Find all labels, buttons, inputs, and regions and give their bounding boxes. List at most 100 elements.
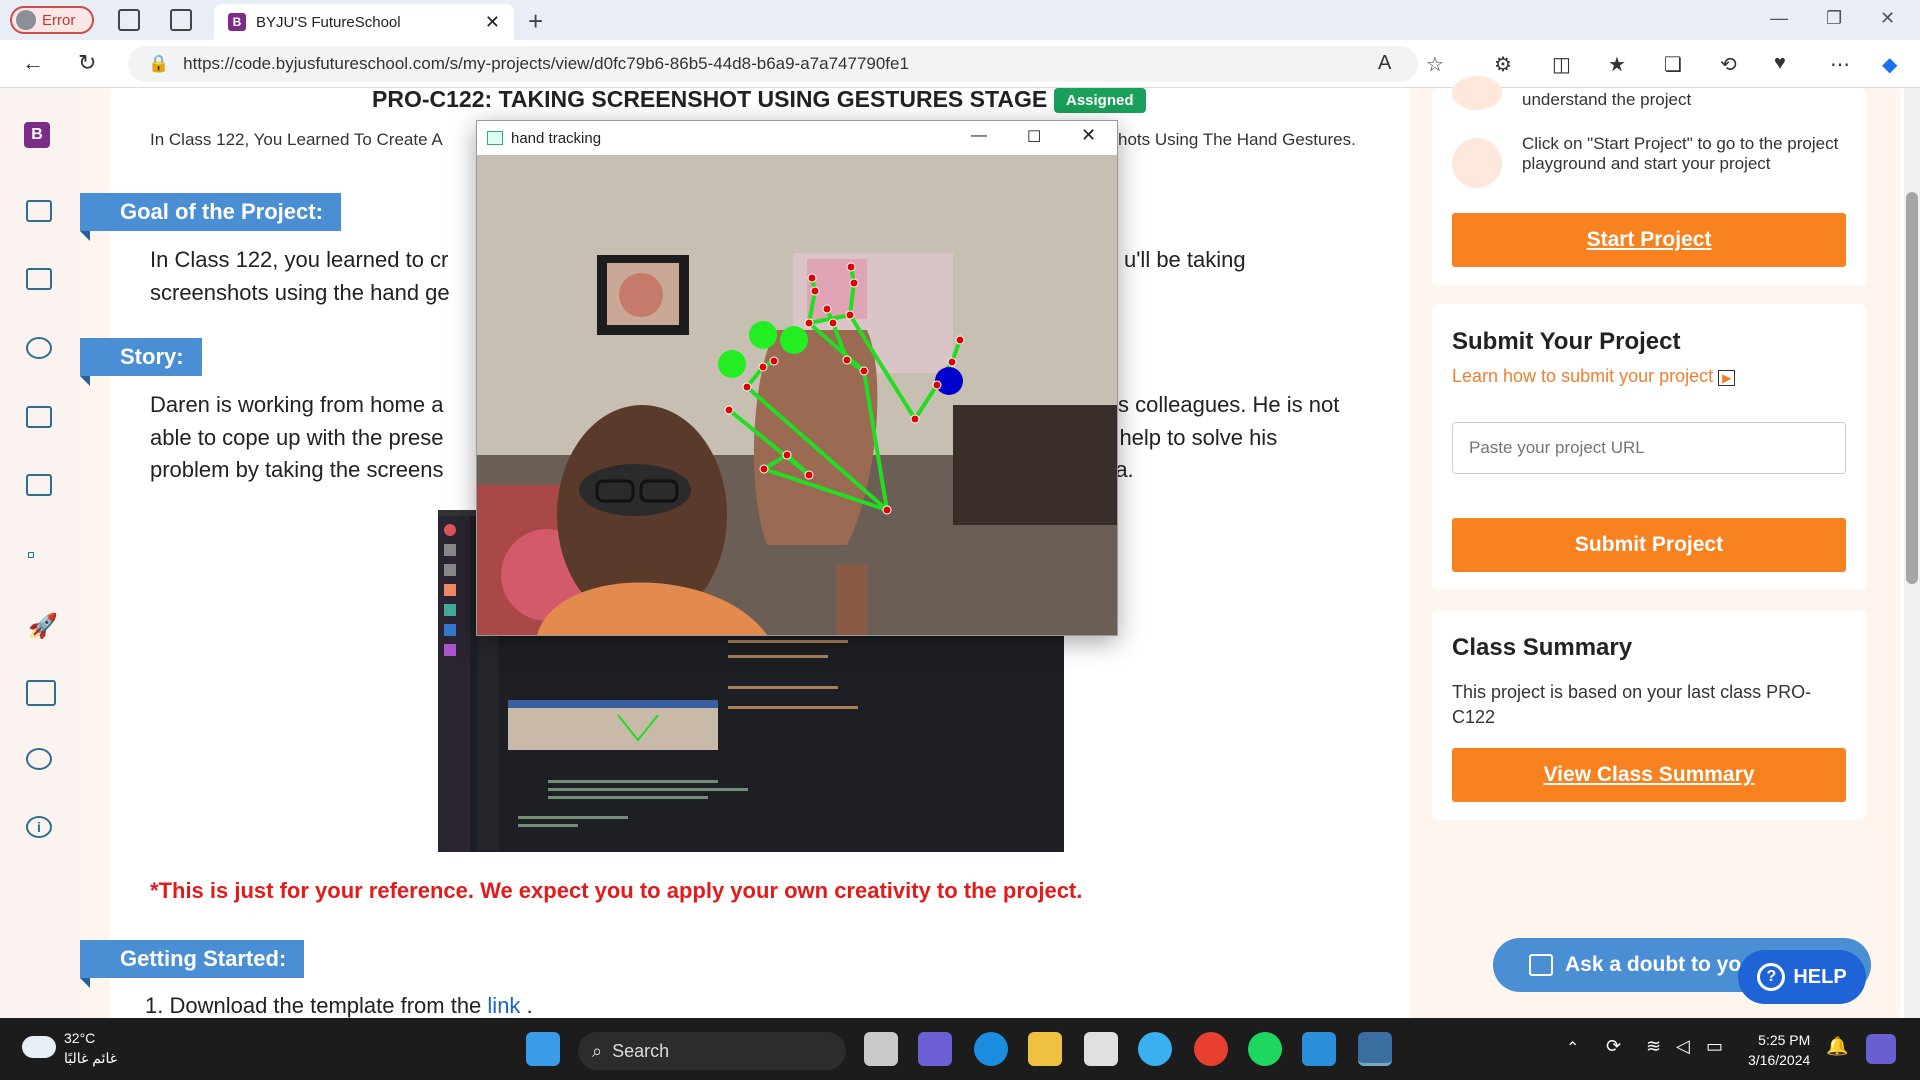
fingertip-marker (718, 350, 746, 378)
ask-doubt-label: Ask a doubt to yo (1565, 953, 1742, 976)
hand-tracking-window[interactable]: hand tracking — ☐ ✕ (476, 120, 1118, 636)
help-button[interactable]: ? HELP (1738, 950, 1866, 1004)
window-maximize-icon[interactable]: ☐ (1027, 127, 1041, 147)
step-b-text: Click on "Start Project" to go to the pr… (1522, 134, 1839, 173)
battery-icon[interactable]: ▭ (1706, 1036, 1723, 1057)
dashboard-icon[interactable] (26, 200, 52, 222)
intro-text-right: hots Using The Hand Gestures. (1118, 130, 1356, 149)
new-tab-button[interactable]: + (528, 6, 543, 37)
close-window-icon[interactable]: ✕ (1880, 8, 1895, 29)
fingertip-marker (749, 321, 777, 349)
taskbar-clock[interactable]: 5:25 PM 3/16/2024 (1748, 1030, 1810, 1070)
maximize-icon[interactable]: ❐ (1826, 8, 1842, 29)
favorites-icon[interactable]: ★ (1608, 52, 1626, 77)
refresh-icon[interactable]: ↻ (78, 50, 96, 76)
submit-heading: Submit Your Project (1452, 328, 1681, 355)
address-bar[interactable]: 🔒 https://code.byjusfutureschool.com/s/m… (128, 46, 1418, 82)
read-aloud-icon[interactable]: A (1378, 52, 1391, 75)
hand-landmark-point (758, 362, 768, 372)
edge-icon[interactable] (974, 1032, 1008, 1066)
lock-icon[interactable]: 🔒 (148, 54, 169, 74)
window-close-icon[interactable]: ✕ (1081, 125, 1096, 146)
spotify-icon[interactable] (1248, 1032, 1282, 1066)
hand-landmark-point (822, 304, 832, 314)
hand-landmark-point (932, 380, 942, 390)
tab-byjus[interactable]: B BYJU'S FutureSchool ✕ (214, 4, 514, 40)
view-class-summary-button[interactable]: View Class Summary (1452, 748, 1846, 802)
rocket-icon[interactable]: 🚀 (28, 612, 58, 641)
sync-icon[interactable]: ⟳ (1606, 1036, 1621, 1057)
copilot-icon[interactable]: ◆ (1882, 52, 1897, 77)
copilot-taskbar-icon[interactable] (1866, 1034, 1896, 1064)
chrome-icon[interactable] (1194, 1032, 1228, 1066)
volume-icon[interactable]: ◁ (1676, 1036, 1690, 1057)
getting-started-heading: Getting Started: (80, 940, 305, 988)
wifi-icon[interactable]: ≋ (1646, 1036, 1661, 1057)
favorite-star-icon[interactable]: ☆ (1426, 52, 1444, 77)
hand-landmark-point (810, 286, 820, 296)
book-icon[interactable] (26, 268, 52, 290)
notes-icon[interactable] (26, 406, 52, 428)
hand-landmark-point (947, 357, 957, 367)
fingertip-marker (780, 326, 808, 354)
history-icon[interactable]: ⟲ (1720, 52, 1737, 77)
small-dot-icon (28, 552, 34, 558)
notification-bell-icon[interactable]: 🔔 (1826, 1036, 1848, 1057)
workspaces-icon[interactable] (118, 9, 140, 31)
step-1-end: . (526, 993, 533, 1018)
hand-landmark-point (846, 262, 856, 272)
page-title: PRO-C122: TAKING SCREENSHOT USING GESTUR… (372, 86, 1067, 112)
info-icon[interactable]: i (26, 816, 52, 838)
start-project-button[interactable]: Start Project (1452, 213, 1846, 267)
byjus-logo-icon[interactable]: B (24, 122, 50, 148)
teams-icon[interactable] (918, 1032, 952, 1066)
back-arrow-icon[interactable]: ← (22, 50, 44, 76)
help-icon: ? (1757, 963, 1786, 991)
profile-avatar-icon (16, 10, 36, 30)
extensions-icon[interactable]: ⚙ (1494, 52, 1512, 77)
learn-submit-link[interactable]: Learn how to submit your project ▶ (1452, 366, 1736, 387)
close-tab-icon[interactable]: ✕ (485, 12, 500, 33)
story-line-2-right: r help to solve his (1106, 425, 1278, 450)
task-view-icon[interactable] (864, 1032, 898, 1066)
taskbar-search[interactable]: ⌕ Search (578, 1032, 846, 1070)
tray-overflow-icon[interactable]: ⌃ (1566, 1038, 1579, 1058)
vscode-icon[interactable] (1302, 1032, 1336, 1066)
hand-landmark-point (910, 414, 920, 424)
hand-tracking-titlebar[interactable]: hand tracking (477, 121, 1117, 155)
performance-icon[interactable]: ♥ (1774, 52, 1786, 75)
minimize-icon[interactable]: — (1770, 8, 1788, 29)
start-icon[interactable] (526, 1032, 560, 1066)
hand-landmark-point (759, 464, 769, 474)
step-icon-a (1452, 76, 1502, 110)
window-minimize-icon[interactable]: — (971, 127, 987, 145)
split-screen-icon[interactable]: ◫ (1552, 52, 1571, 77)
worksheet-icon[interactable] (26, 474, 52, 496)
teacher-icon[interactable] (26, 680, 56, 706)
hand-landmark-point (859, 366, 869, 376)
submit-project-button[interactable]: Submit Project (1452, 518, 1846, 572)
more-menu-icon[interactable]: ⋯ (1830, 52, 1850, 77)
step-icon-b (1452, 138, 1502, 188)
tab-title: BYJU'S FutureSchool (256, 13, 401, 31)
profile-icon[interactable] (26, 748, 52, 770)
goal-line-1-right: u'll be taking (1124, 247, 1246, 272)
step-a-text: understand the project (1522, 90, 1692, 109)
template-link[interactable]: link (487, 993, 520, 1018)
python-icon[interactable] (1358, 1032, 1392, 1066)
tab-actions-icon[interactable] (170, 9, 192, 31)
project-url-input[interactable] (1452, 422, 1846, 474)
collections-icon[interactable]: ❏ (1664, 52, 1682, 77)
chat-icon (1529, 954, 1553, 976)
byjus-favicon-icon: B (228, 13, 246, 31)
story-line-1-left: Daren is working from home a (150, 392, 444, 417)
store-icon[interactable] (1084, 1032, 1118, 1066)
projects-icon[interactable] (26, 337, 52, 359)
file-explorer-icon[interactable] (1028, 1032, 1062, 1066)
scrollbar-thumb[interactable] (1906, 192, 1918, 584)
hand-landmark-point (849, 278, 859, 288)
hand-landmark-point (828, 318, 838, 328)
cloud-icon (22, 1036, 56, 1058)
help-app-icon[interactable] (1138, 1032, 1172, 1066)
profile-error-button[interactable]: Error (10, 6, 94, 34)
